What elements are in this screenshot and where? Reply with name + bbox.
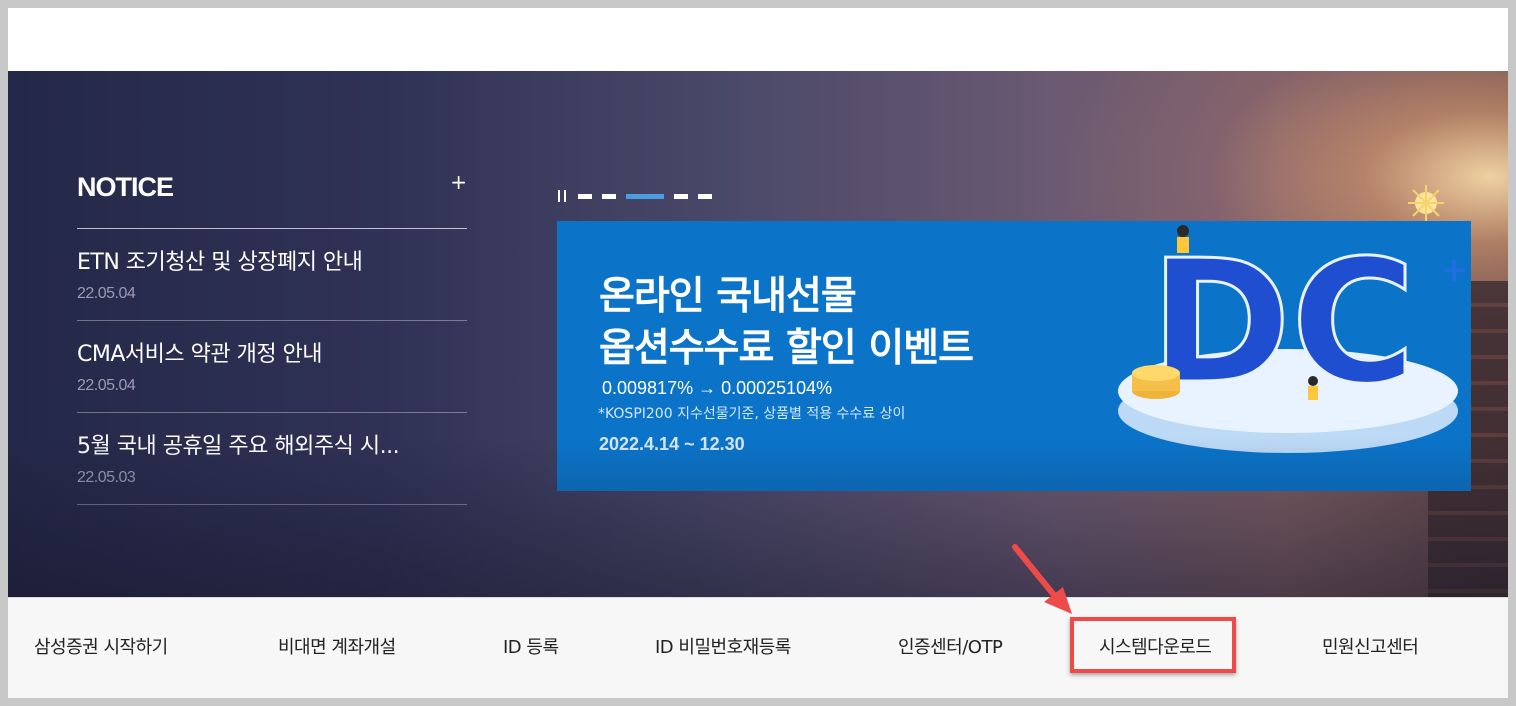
notice-item[interactable]: ETN 조기청산 및 상장폐지 안내 22.05.04 xyxy=(77,229,467,321)
dc-text: DC xyxy=(1150,224,1416,422)
notice-panel: NOTICE + ETN 조기청산 및 상장폐지 안내 22.05.04 CMA… xyxy=(77,166,467,505)
highlight-box xyxy=(1070,617,1236,673)
pager-dot-active[interactable] xyxy=(626,194,664,199)
top-header xyxy=(8,8,1508,71)
quick-menu-bar: 삼성증권 시작하기 비대면 계좌개설 ID 등록 ID 비밀번호재등록 인증센터… xyxy=(8,597,1508,698)
notice-item-title: CMA서비스 약관 개정 안내 xyxy=(77,342,323,367)
menu-complaint-center[interactable]: 민원신고센터 xyxy=(1322,633,1419,659)
notice-header: NOTICE + xyxy=(77,166,467,229)
menu-password-reset[interactable]: ID 비밀번호재등록 xyxy=(655,633,791,659)
pause-icon[interactable] xyxy=(558,190,566,202)
pager-dot[interactable] xyxy=(674,194,688,199)
menu-start-samsung[interactable]: 삼성증권 시작하기 xyxy=(34,633,168,659)
hero-section: NOTICE + ETN 조기청산 및 상장폐지 안내 22.05.04 CMA… xyxy=(8,71,1508,597)
pager-dot[interactable] xyxy=(578,194,592,199)
banner-note: *KOSPI200 지수선물기준, 상품별 적용 수수료 상이 xyxy=(598,406,906,422)
plus-icon: + xyxy=(1440,250,1469,290)
menu-id-register[interactable]: ID 등록 xyxy=(503,633,559,659)
banner-headline-2: 옵션수수료 할인 이벤트 xyxy=(599,326,974,371)
page-frame: NOTICE + ETN 조기청산 및 상장폐지 안내 22.05.04 CMA… xyxy=(8,8,1508,698)
banner-period: 2022.4.14 ~ 12.30 xyxy=(599,434,745,454)
notice-item[interactable]: 5월 국내 공휴일 주요 해외주식 시... 22.05.03 xyxy=(77,413,467,505)
plus-icon[interactable]: + xyxy=(450,172,467,192)
menu-open-account[interactable]: 비대면 계좌개설 xyxy=(278,633,396,659)
banner-rate: 0.009817% → 0.00025104% xyxy=(602,378,833,398)
notice-item-title: 5월 국내 공휴일 주요 해외주식 시... xyxy=(77,434,400,459)
sparkle-icon xyxy=(1408,185,1444,221)
notice-item[interactable]: CMA서비스 약관 개정 안내 22.05.04 xyxy=(77,321,467,413)
pager-dot[interactable] xyxy=(602,194,616,199)
notice-title: NOTICE xyxy=(77,172,174,202)
menu-cert-center[interactable]: 인증센터/OTP xyxy=(898,633,1003,659)
notice-item-date: 22.05.04 xyxy=(77,377,136,394)
banner-headline-1: 온라인 국내선물 xyxy=(599,274,857,319)
dc-illustration: DC + xyxy=(1118,185,1469,453)
notice-item-title: ETN 조기청산 및 상장폐지 안내 xyxy=(77,250,363,275)
notice-item-date: 22.05.04 xyxy=(77,285,136,302)
notice-item-date: 22.05.03 xyxy=(77,469,136,486)
pager-dot[interactable] xyxy=(698,194,712,199)
